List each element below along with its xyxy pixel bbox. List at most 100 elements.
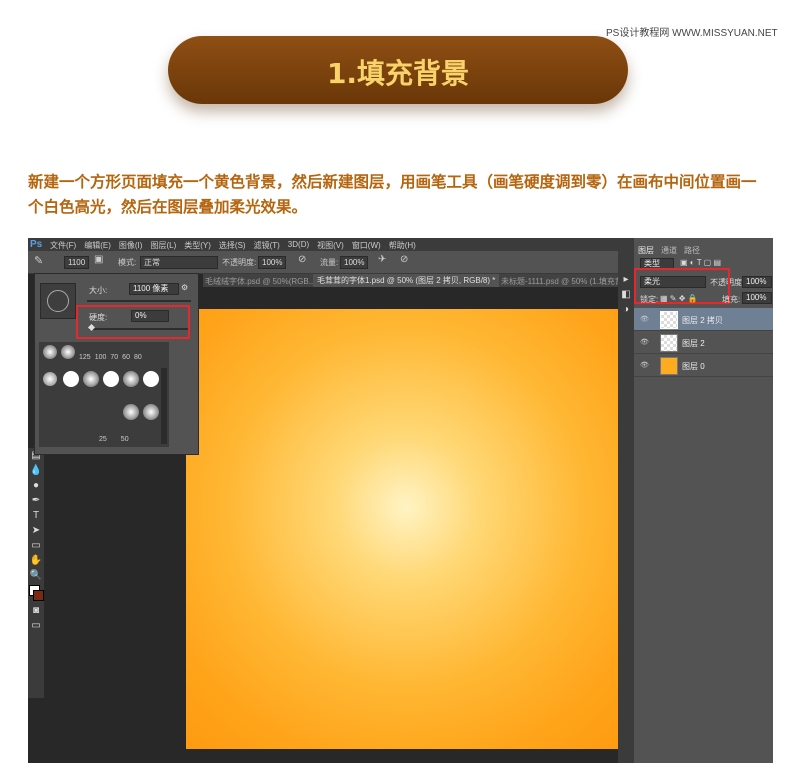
bottom-size-labels: 25 50 xyxy=(99,436,129,443)
preset-size: 70 xyxy=(110,354,119,361)
quick-mask-icon[interactable]: ◙ xyxy=(28,603,44,618)
eye-icon[interactable]: 👁 xyxy=(640,315,649,323)
brush-size-box[interactable]: 1100 xyxy=(64,256,90,269)
size-field[interactable]: 1100 像素 xyxy=(129,283,179,295)
size-slider[interactable] xyxy=(87,300,191,302)
layer-thumbnail xyxy=(660,334,678,352)
tools-panel: ▤ 💧 ● ✒ T ➤ ▭ ✋ 🔍 ◙ ▭ xyxy=(28,448,44,698)
intro-text: 新建一个方形页面填充一个黄色背景，然后新建图层，用画笔工具（画笔硬度调到零）在画… xyxy=(28,173,757,216)
preset-scrollbar[interactable] xyxy=(161,368,167,444)
pressure-size-icon[interactable]: ⊘ xyxy=(400,254,408,265)
adjust-icon[interactable]: ◑ xyxy=(618,302,634,317)
layer-row[interactable]: 👁 图层 0 xyxy=(634,354,773,377)
layers-panel: 图层 通道 路径 类型 ▣ ◐ T ▢ ▤ 柔光 不透明度: 100% 锁定: … xyxy=(634,238,773,763)
layer-thumbnail xyxy=(660,357,678,375)
brush-tool-icon[interactable]: ✎ xyxy=(34,254,43,267)
pressure-opacity-icon[interactable]: ⊘ xyxy=(298,254,306,265)
menu-select[interactable]: 选择(S) xyxy=(219,240,246,251)
opacity-label: 不透明度: xyxy=(222,258,257,267)
document-tabs: 毛绒绒字体.psd @ 50%(RGB... 毛茸茸的字体1.psd @ 50%… xyxy=(203,274,623,287)
history-icon[interactable]: ▸ xyxy=(618,272,634,287)
tab-channels[interactable]: 通道 xyxy=(661,245,677,256)
brush-shape-icon xyxy=(47,290,69,312)
soft-brush-preset[interactable] xyxy=(123,404,139,420)
brush-preview xyxy=(40,283,76,319)
menu-layer[interactable]: 图层(L) xyxy=(150,240,176,251)
layer-row[interactable]: 👁 图层 2 xyxy=(634,331,773,354)
brush-panel-toggle-icon[interactable]: ▣ xyxy=(94,254,103,265)
fill-label: 填充: xyxy=(722,295,741,304)
filter-icons[interactable]: ▣ ◐ T ▢ ▤ xyxy=(680,258,721,267)
size-label: 大小: xyxy=(89,286,108,295)
preset-size: 50 xyxy=(120,436,129,443)
layer-name: 图层 2 xyxy=(682,339,705,348)
hard-brush-preset[interactable] xyxy=(103,371,119,387)
fill-field[interactable]: 100% xyxy=(742,292,772,304)
flow-field[interactable]: 100% xyxy=(340,256,369,269)
menu-window[interactable]: 窗口(W) xyxy=(352,240,381,251)
hand-tool-icon[interactable]: ✋ xyxy=(28,553,44,568)
soft-brush-preset[interactable] xyxy=(43,345,57,359)
preset-size: 80 xyxy=(133,354,142,361)
hard-brush-preset[interactable] xyxy=(43,372,57,386)
path-select-tool-icon[interactable]: ➤ xyxy=(28,523,44,538)
menu-edit[interactable]: 编辑(E) xyxy=(84,240,111,251)
zoom-tool-icon[interactable]: 🔍 xyxy=(28,568,44,583)
preset-size: 125 xyxy=(79,354,91,361)
pen-tool-icon[interactable]: ✒ xyxy=(28,493,44,508)
mode-label: 模式: xyxy=(118,258,137,267)
opacity-field[interactable]: 100% xyxy=(258,256,287,269)
properties-icon[interactable]: ◧ xyxy=(618,287,634,302)
options-bar: ✎ 1100 ▣ 模式: 正常 不透明度: 100% ⊘ 流量: 100% ✈ … xyxy=(28,251,618,274)
menu-3d[interactable]: 3D(D) xyxy=(288,240,309,251)
tab-layers[interactable]: 图层 xyxy=(638,245,654,256)
banner-title: 1.填充背景 xyxy=(326,57,470,90)
menu-help[interactable]: 帮助(H) xyxy=(389,240,416,251)
type-tool-icon[interactable]: T xyxy=(28,508,44,523)
eye-icon[interactable]: 👁 xyxy=(640,338,649,346)
menu-filter[interactable]: 滤镜(T) xyxy=(254,240,280,251)
layer-thumbnail xyxy=(660,311,678,329)
menu-file[interactable]: 文件(F) xyxy=(50,240,76,251)
layer-row[interactable]: 👁 图层 2 拷贝 xyxy=(634,308,773,331)
side-icon-strip: ▸ ◧ ◑ xyxy=(618,238,634,763)
soft-brush-preset[interactable] xyxy=(143,404,159,420)
photoshop-window: Ps 文件(F) 编辑(E) 图像(I) 图层(L) 类型(Y) 选择(S) 滤… xyxy=(28,238,773,763)
flow-label: 流量: xyxy=(320,258,339,267)
lock-label: 锁定: xyxy=(640,295,659,304)
menu-bar: Ps 文件(F) 编辑(E) 图像(I) 图层(L) 类型(Y) 选择(S) 滤… xyxy=(28,238,618,251)
layers-panel-tabs: 图层 通道 路径 xyxy=(638,245,700,256)
menu-image[interactable]: 图像(I) xyxy=(119,240,143,251)
soft-brush-preset[interactable] xyxy=(83,371,99,387)
eye-icon[interactable]: 👁 xyxy=(640,361,649,369)
shape-tool-icon[interactable]: ▭ xyxy=(28,538,44,553)
watermark: PS设计教程网 WWW.MISSYUAN.NET xyxy=(606,28,778,39)
blur-tool-icon[interactable]: 💧 xyxy=(28,463,44,478)
hard-brush-preset[interactable] xyxy=(143,371,159,387)
preset-size: 100 xyxy=(94,354,107,361)
tab-paths[interactable]: 路径 xyxy=(684,245,700,256)
brush-preset-grid: 125 100 70 60 80 25 50 xyxy=(39,342,169,447)
title-banner: 1.填充背景 xyxy=(168,36,628,104)
menu-view[interactable]: 视图(V) xyxy=(317,240,344,251)
dodge-tool-icon[interactable]: ● xyxy=(28,478,44,493)
canvas[interactable] xyxy=(186,309,626,749)
tab-doc-3[interactable]: 未标题-1111.psd @ 50% (1.填充背 xyxy=(501,276,623,287)
menu-type[interactable]: 类型(Y) xyxy=(184,240,211,251)
brush-preset-panel: 大小: 1100 像素 ⚙ 硬度: 0% 125 100 70 60 80 25… xyxy=(34,273,199,455)
soft-brush-preset[interactable] xyxy=(123,371,139,387)
preset-size: 60 xyxy=(122,354,130,361)
preset-size-labels: 125 100 70 60 80 xyxy=(79,354,142,361)
panel-settings-icon[interactable]: ⚙ xyxy=(181,283,188,292)
color-swatches-icon[interactable] xyxy=(28,583,44,603)
screen-mode-icon[interactable]: ▭ xyxy=(28,618,44,633)
hard-brush-preset[interactable] xyxy=(63,371,79,387)
soft-brush-preset[interactable] xyxy=(61,345,75,359)
layer-name: 图层 2 拷贝 xyxy=(682,316,723,325)
tab-doc-1[interactable]: 毛绒绒字体.psd @ 50%(RGB... xyxy=(205,276,315,287)
lock-icons[interactable]: ▦ ✎ ✥ 🔒 xyxy=(660,294,698,303)
tab-doc-2[interactable]: 毛茸茸的字体1.psd @ 50% (图层 2 拷贝, RGB/8) * xyxy=(313,274,500,287)
airbrush-icon[interactable]: ✈ xyxy=(378,254,386,265)
layer-opacity-field[interactable]: 100% xyxy=(742,276,772,288)
mode-select[interactable]: 正常 xyxy=(140,256,218,269)
